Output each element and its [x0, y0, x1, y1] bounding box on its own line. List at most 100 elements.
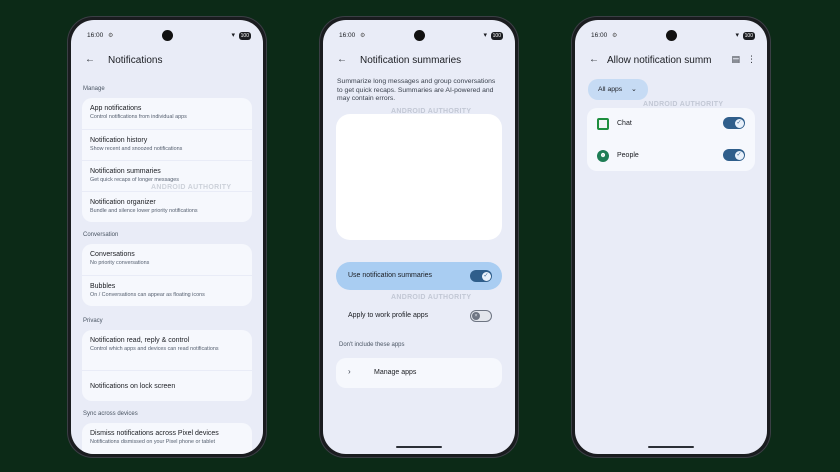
list-item-app-notifications[interactable]: App notifications Control notifications … — [82, 98, 252, 129]
item-title: Bubbles — [90, 283, 116, 290]
item-title: Dismiss notifications across Pixel devic… — [90, 430, 219, 437]
battery-indicator: 100 — [490, 32, 503, 40]
back-arrow-icon[interactable]: ← — [337, 54, 347, 65]
item-title: Notification organizer — [90, 199, 156, 206]
home-indicator[interactable] — [648, 445, 694, 448]
status-time: 16:00 — [591, 32, 608, 39]
section-header-manage: Manage — [83, 86, 105, 92]
list-item-bubbles[interactable]: Bubbles On / Conversations can appear as… — [82, 275, 252, 306]
back-arrow-icon[interactable]: ← — [589, 54, 599, 65]
manage-apps-label: Manage apps — [374, 369, 417, 376]
section-header-sync: Sync across devices — [83, 411, 138, 417]
more-vert-icon[interactable]: ⋮ — [747, 54, 756, 65]
status-time: 16:00 — [87, 32, 104, 39]
use-summaries-switch[interactable]: ✓ — [470, 270, 492, 282]
status-time: 16:00 — [339, 32, 356, 39]
list-item-notification-history[interactable]: Notification history Show recent and sno… — [82, 129, 252, 160]
status-bar: 16:00 ⚙ ▾ 100 — [71, 30, 263, 42]
list-item-conversations[interactable]: Conversations No priority conversations — [82, 244, 252, 275]
work-profile-row[interactable]: Apply to work profile apps × — [336, 302, 502, 330]
battery-indicator: 100 — [742, 32, 755, 40]
manage-card: App notifications Control notifications … — [82, 98, 252, 222]
item-title: Notifications on lock screen — [90, 383, 176, 390]
app-name: Chat — [617, 120, 632, 127]
privacy-card: Notification read, reply & control Contr… — [82, 330, 252, 401]
work-profile-switch[interactable]: × — [470, 310, 492, 322]
people-app-icon: ☻ — [597, 150, 609, 162]
section-header-privacy: Privacy — [83, 318, 103, 324]
chat-switch[interactable]: ✓ — [723, 117, 745, 129]
screen-notification-summaries: 16:00 ⚙ ▾ 100 ← Notification summaries S… — [323, 20, 515, 454]
phone-notification-summaries: 16:00 ⚙ ▾ 100 ← Notification summaries S… — [319, 16, 519, 458]
item-title: Notification history — [90, 137, 148, 144]
phone-notifications: 16:00 ⚙ ▾ 100 ← Notifications Manage App… — [67, 16, 267, 458]
gear-icon: ⚙ — [108, 33, 114, 39]
item-subtitle: Bundle and silence lower priority notifi… — [90, 208, 198, 214]
app-name: People — [617, 152, 639, 159]
item-subtitle: On / Conversations can appear as floatin… — [90, 292, 205, 298]
summary-illustration — [336, 114, 502, 240]
list-item-read-reply-control[interactable]: Notification read, reply & control Contr… — [82, 330, 252, 370]
item-subtitle: Notifications dismissed on your Pixel ph… — [90, 439, 215, 445]
page-title: Allow notification summ — [607, 55, 712, 66]
watermark: ANDROID AUTHORITY — [391, 294, 472, 301]
item-title: Notification summaries — [90, 168, 161, 175]
item-subtitle: Show recent and snoozed notifications — [90, 146, 183, 152]
chevron-down-icon: ⌄ — [631, 86, 637, 93]
conversation-card: Conversations No priority conversations … — [82, 244, 252, 306]
gear-icon: ⚙ — [612, 33, 618, 39]
phone-allow-summaries: 16:00 ⚙ ▾ 100 ← Allow notification summ … — [571, 16, 771, 458]
x-icon: × — [472, 311, 480, 320]
chat-app-icon — [597, 118, 609, 130]
document-icon[interactable]: ▤ — [731, 54, 740, 65]
gear-icon: ⚙ — [360, 33, 366, 39]
item-subtitle: Control notifications from individual ap… — [90, 114, 187, 120]
item-subtitle: Control which apps and devices can read … — [90, 346, 219, 352]
section-header-conversation: Conversation — [83, 232, 119, 238]
item-title: App notifications — [90, 105, 142, 112]
item-title: Conversations — [90, 251, 135, 258]
manage-apps-row[interactable]: › Manage apps — [336, 358, 502, 388]
wifi-icon: ▾ — [483, 32, 487, 39]
item-subtitle: No priority conversations — [90, 260, 150, 266]
list-item-notification-organizer[interactable]: Notification organizer Bundle and silenc… — [82, 191, 252, 222]
wifi-icon: ▾ — [231, 32, 235, 39]
page-title: Notification summaries — [360, 55, 462, 66]
status-bar: 16:00 ⚙ ▾ 100 — [575, 30, 767, 42]
battery-indicator: 100 — [238, 32, 251, 40]
filter-chip-label: All apps — [598, 86, 623, 93]
check-icon: ✓ — [734, 118, 744, 128]
watermark: ANDROID AUTHORITY — [643, 101, 724, 108]
check-icon: ✓ — [734, 150, 744, 160]
description-text: Summarize long messages and group conver… — [337, 78, 496, 102]
back-arrow-icon[interactable]: ← — [85, 54, 95, 65]
watermark: ANDROID AUTHORITY — [151, 184, 232, 191]
camera-cutout — [665, 30, 677, 41]
use-summaries-label: Use notification summaries — [348, 272, 433, 279]
section-header-exclude: Don't include these apps — [339, 342, 405, 348]
status-bar: 16:00 ⚙ ▾ 100 — [323, 30, 515, 42]
top-app-bar: ← Notifications — [71, 51, 263, 75]
app-row-people[interactable]: ☻ People ✓ — [587, 140, 755, 171]
camera-cutout — [161, 30, 173, 41]
camera-cutout — [413, 30, 425, 41]
wifi-icon: ▾ — [735, 32, 739, 39]
item-title: Notification read, reply & control — [90, 337, 190, 344]
list-item-dismiss-across-devices[interactable]: Dismiss notifications across Pixel devic… — [82, 423, 252, 454]
screen-notifications: 16:00 ⚙ ▾ 100 ← Notifications Manage App… — [71, 20, 263, 454]
people-switch[interactable]: ✓ — [723, 149, 745, 161]
apps-list: Chat ✓ ☻ People ✓ — [587, 108, 755, 171]
check-icon: ✓ — [481, 271, 491, 281]
sync-card: Dismiss notifications across Pixel devic… — [82, 423, 252, 454]
list-item-lock-screen[interactable]: Notifications on lock screen — [82, 370, 252, 401]
page-title: Notifications — [108, 55, 163, 66]
chevron-right-icon: › — [348, 367, 351, 376]
home-indicator[interactable] — [396, 445, 442, 448]
top-app-bar: ← Notification summaries — [323, 51, 515, 75]
screen-allow-summaries: 16:00 ⚙ ▾ 100 ← Allow notification summ … — [575, 20, 767, 454]
app-row-chat[interactable]: Chat ✓ — [587, 108, 755, 139]
filter-chip-all-apps[interactable]: All apps ⌄ — [588, 79, 648, 100]
work-profile-label: Apply to work profile apps — [348, 312, 429, 319]
item-subtitle: Get quick recaps of longer messages — [90, 177, 179, 183]
use-summaries-row[interactable]: Use notification summaries ✓ — [336, 262, 502, 290]
